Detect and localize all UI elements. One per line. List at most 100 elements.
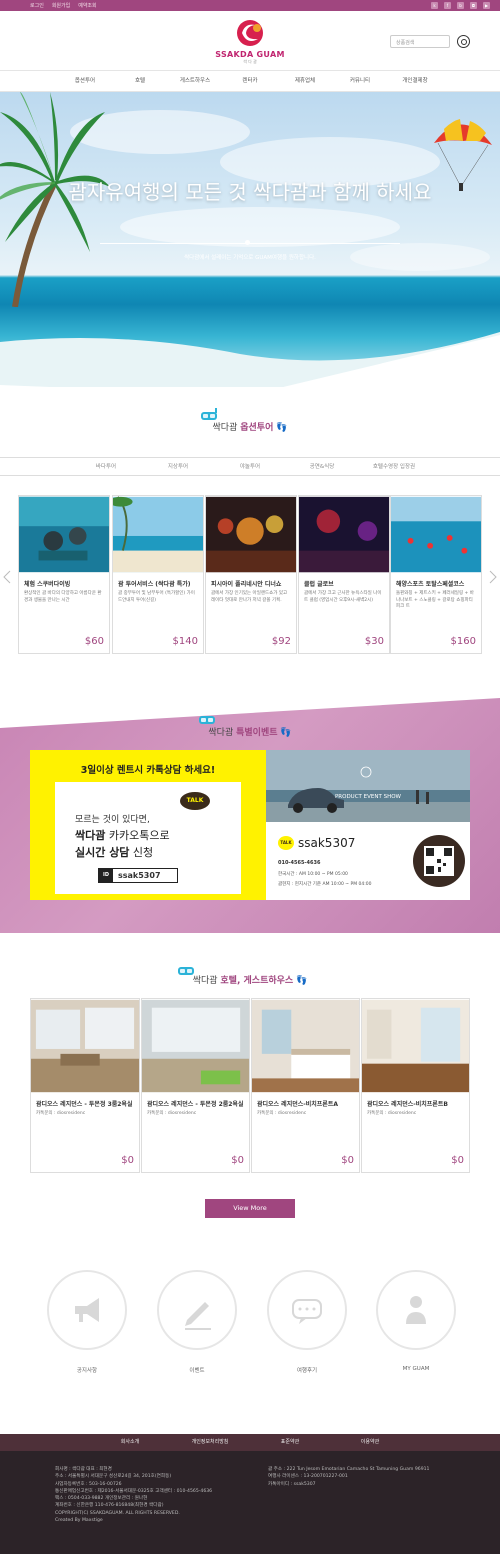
- footer-link-about[interactable]: 회사소개: [90, 1434, 170, 1451]
- snorkel-mask-icon: [199, 716, 215, 724]
- nav-partners[interactable]: 제휴업체: [278, 71, 333, 91]
- hero-title: 괌자유여행의 모든 것 싹다괌과 함께 하세요: [68, 180, 432, 204]
- event-line2-rest: 카카오톡으로: [105, 829, 170, 842]
- hero-divider-dot: [245, 240, 250, 245]
- carousel-next-icon[interactable]: [489, 570, 497, 584]
- my-guam-circle[interactable]: [376, 1270, 456, 1350]
- hotel-card-title: 괌디오스 레지던스 - 투몬정 3룸2욕실: [36, 1101, 133, 1108]
- nav-hotel[interactable]: 호텔: [113, 71, 168, 91]
- event-line3: 실시간 상담 신청: [75, 844, 153, 860]
- hotel-card[interactable]: 괌디오스 레지던스-비치프론트B 카톡문의 : diosresidenc $0: [361, 998, 470, 1173]
- review-circle[interactable]: [267, 1270, 347, 1350]
- hotel-card-contact: 카톡문의 : diosresidenc: [147, 1111, 197, 1116]
- hotel-title-accent: 호텔, 게스트하우스: [220, 976, 294, 986]
- tour-card-price: $92: [271, 636, 291, 647]
- tour-card-desc: 괌에서 가장 크고 근사한 뉴욕스타일 나이트 클럽 (영업시간 오후9시-새벽…: [304, 591, 382, 603]
- kakao-event-banner[interactable]: 3일이상 렌트시 카톡상담 하세요! TALK 모르는 것이 있다면, 싹다괌 …: [30, 750, 266, 900]
- logo-subtext: 싹 다 괌: [243, 59, 257, 64]
- tab-hotel-pool[interactable]: 호텔수영장 입장권: [358, 458, 430, 475]
- footer-line: 계좌번호 : 신한은행 110-476-816848(최현경 싹다괌): [55, 1503, 164, 1509]
- tour-card-title: 체험 스쿠버다이빙: [24, 581, 71, 588]
- nav-guesthouse[interactable]: 게스트하우스: [168, 71, 223, 91]
- hotel-title-prefix: 싹다괌: [192, 976, 218, 986]
- reservation-link[interactable]: 예약조회: [78, 2, 96, 9]
- footer-line: 여행사 라이센스 : 13-200701227-001: [268, 1474, 348, 1480]
- nav-community[interactable]: 커뮤니티: [333, 71, 388, 91]
- footer-link-standard-terms[interactable]: 표준약관: [250, 1434, 330, 1451]
- kakaostory-icon[interactable]: k: [431, 2, 438, 9]
- hero-divider: [100, 243, 400, 244]
- hotel-title: 싹다괌 호텔, 게스트하우스 👣: [0, 973, 500, 986]
- blog-icon[interactable]: b: [457, 2, 464, 9]
- tour-card-desc: 괌에서 가장 인기있는 아일랜드쇼가 있고 레이타 멋대로 만나가 저녁 갈볼 …: [211, 591, 288, 603]
- option-tour-title: 싹다괌 옵션투어 👣: [0, 420, 500, 433]
- hotel-card[interactable]: 괌디오스 레지던스 - 투몬정 2룸2욕실 카톡문의 : diosresiden…: [141, 998, 250, 1173]
- top-links: 로그인 회원가입 예약조회: [30, 2, 97, 9]
- notice-circle[interactable]: [47, 1270, 127, 1350]
- tab-land-tour[interactable]: 지상투어: [142, 458, 214, 475]
- footer-link-privacy[interactable]: 개인정보처리방침: [170, 1434, 250, 1451]
- hotel-card-image: [31, 999, 139, 1093]
- option-tour-tabs: 바다투어 지상투어 야놀투어 공연&식당 호텔수영장 입장권: [0, 457, 500, 476]
- notice-label[interactable]: 공지사항: [37, 1366, 137, 1374]
- hotel-card-price: $0: [341, 1155, 354, 1166]
- person-icon: [406, 1296, 426, 1324]
- my-guam-label[interactable]: MY GUAM: [366, 1366, 466, 1372]
- sns-links: k f b ◘ ▶: [431, 2, 490, 9]
- tour-card[interactable]: 피시아이 폴리네시안 디너쇼 괌에서 가장 인기있는 아일랜드쇼가 있고 레이타…: [205, 495, 297, 654]
- hero-subtitle: 싹다괌에서 설레이는 기억으로 GUAM여행을 원하합니다.: [184, 255, 316, 261]
- youtube-icon[interactable]: ▶: [483, 2, 490, 9]
- view-more-button[interactable]: View More: [205, 1199, 295, 1218]
- tour-card-title: 해양스포츠 토탈스페셜코스: [396, 581, 465, 588]
- pen-icon: [185, 1302, 211, 1330]
- logo-text[interactable]: SSAKDA GUAM: [205, 50, 295, 59]
- kakaotalk-icon: TALK: [278, 836, 294, 850]
- hotel-card[interactable]: 괌디오스 레지던스 - 투몬정 3룸2욕실 카톡문의 : diosresiden…: [30, 998, 140, 1173]
- review-label[interactable]: 여행후기: [257, 1366, 357, 1374]
- footer: 회사명 : 싹다괌 대표 : 최현경 주소 : 서울특별시 서대문구 성산로24…: [0, 1451, 500, 1554]
- product-event-banner[interactable]: PRODUCT EVENT SHOW TALK ssak5307 010-456…: [266, 750, 470, 900]
- login-link[interactable]: 로그인: [30, 2, 44, 9]
- talk-bubble-icon: TALK: [180, 792, 210, 810]
- hotel-card[interactable]: 괌디오스 레지던스-비치프론트A 카톡문의 : diosresidenc $0: [251, 998, 360, 1173]
- tour-card[interactable]: 클럽 글로브 괌에서 가장 크고 근사한 뉴욕스타일 나이트 클럽 (영업시간 …: [298, 495, 390, 654]
- footer-link-terms[interactable]: 이용약관: [330, 1434, 410, 1451]
- tour-card-image: [206, 496, 296, 573]
- parasail-image: [434, 119, 492, 191]
- carousel-prev-icon[interactable]: [3, 570, 11, 584]
- event-label[interactable]: 이벤트: [147, 1366, 247, 1374]
- tour-card-image: [109, 496, 203, 573]
- tour-card-title: 괌 투어서비스 (싹다괌 특가): [118, 581, 191, 588]
- footer-line: 카톡아이디 : ssak5307: [268, 1481, 316, 1487]
- tour-card[interactable]: 괌 투어서비스 (싹다괌 특가) 괌 중부투어 및 남부투어 (특가할인) 가이…: [109, 495, 204, 654]
- tour-card[interactable]: 해양스포츠 토탈스페셜코스 돌핀와칭 + 제트스키 + 페러세일링 + 바나나보…: [390, 495, 482, 654]
- event-title-accent: 특별이벤트: [236, 728, 278, 738]
- signup-link[interactable]: 회원가입: [52, 2, 70, 9]
- footer-line: 팩스 : 0504-033-9882 개인정보관리 : 원나현: [55, 1496, 148, 1502]
- qr-code-icon[interactable]: [412, 834, 466, 888]
- event-beach-photo: [266, 750, 470, 822]
- hotel-card-title: 괌디오스 레지던스 - 투몬정 2룸2욕실: [147, 1101, 244, 1108]
- tab-night-tour[interactable]: 야놀투어: [214, 458, 286, 475]
- nav-rentcar[interactable]: 렌터카: [223, 71, 278, 91]
- facebook-icon[interactable]: f: [444, 2, 451, 9]
- logo-icon[interactable]: [233, 18, 267, 48]
- tour-card-title: 피시아이 폴리네시안 디너쇼: [211, 581, 282, 588]
- hotel-card-price: $0: [231, 1155, 244, 1166]
- event-circle[interactable]: [157, 1270, 237, 1350]
- search-icon[interactable]: [457, 35, 470, 48]
- nav-option-tour[interactable]: 옵션투어: [58, 71, 113, 91]
- footer-line: 사업자등록번호 : 503-16-00726: [55, 1481, 122, 1487]
- event-line3-rest: 신청: [129, 846, 154, 859]
- nav-payment[interactable]: 개인결제창: [388, 71, 443, 91]
- tour-card-image: [391, 496, 481, 573]
- tab-sea-tour[interactable]: 바다투어: [70, 458, 142, 475]
- search-input[interactable]: 상품검색: [390, 35, 450, 48]
- footprints-icon: 👣: [276, 423, 288, 433]
- instagram-icon[interactable]: ◘: [470, 2, 477, 9]
- kakao-id-label: ID: [99, 869, 113, 882]
- tab-show-restaurant[interactable]: 공연&식당: [286, 458, 358, 475]
- event-caption: PRODUCT EVENT SHOW: [334, 794, 401, 800]
- tour-card[interactable]: 체험 스쿠버다이빙 환상적인 괌 바다의 다양하고 아름다운 환경과 생물을 만…: [18, 495, 110, 654]
- footer-line: COPYRIGHT(C) SSAKDAGUAM. ALL RIGHTS RESE…: [55, 1510, 180, 1516]
